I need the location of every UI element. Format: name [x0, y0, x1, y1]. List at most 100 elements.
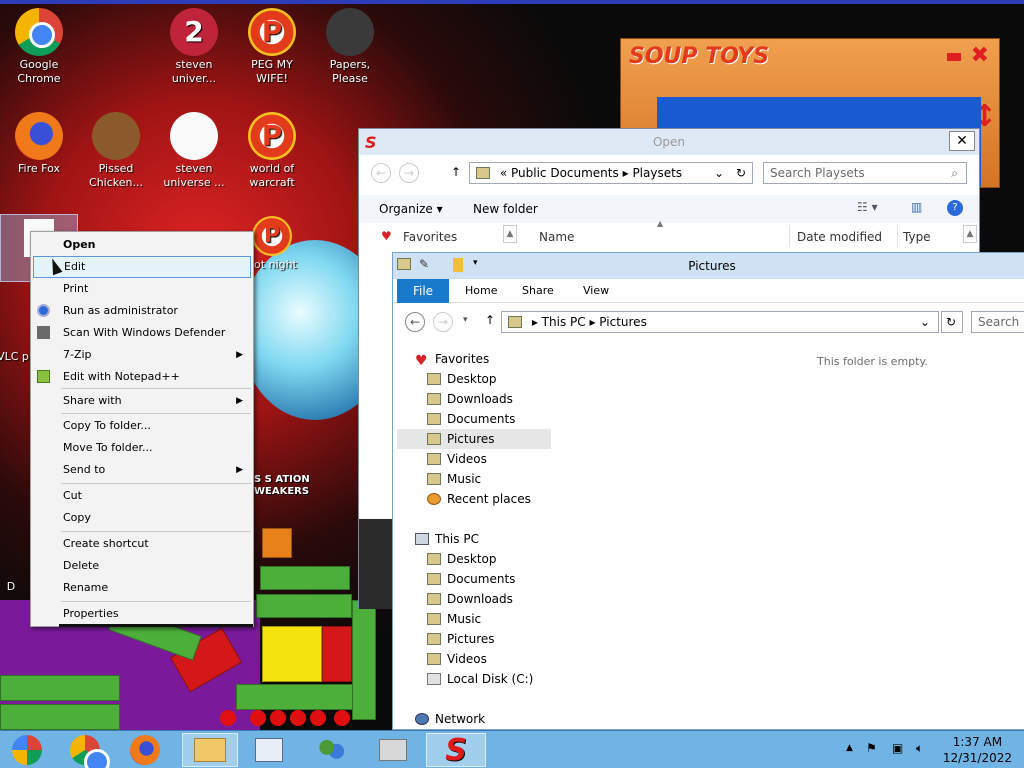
chevron-down-icon[interactable]: ⌄ [920, 312, 930, 332]
desktop-icon-steven-universe[interactable]: 2 steven univer... [156, 8, 232, 86]
menu-send-to[interactable]: Send to ▶ [31, 459, 253, 481]
desktop-icon-steven-universe-doc[interactable]: steven universe ... [156, 112, 232, 190]
taskbar-chrome[interactable] [62, 733, 110, 768]
taskbar-people[interactable] [308, 733, 354, 767]
videos-icon [427, 653, 441, 665]
up-arrow-icon[interactable]: ↑ [485, 313, 495, 327]
favorites-label[interactable]: Favorites [403, 230, 457, 244]
desktop-icon-pissed-chicken[interactable]: Pissed Chicken... [78, 112, 154, 190]
breadcrumb-pictures[interactable]: Pictures [599, 315, 647, 329]
search-pictures-input[interactable]: Search P [971, 311, 1024, 333]
pictures-breadcrumb[interactable]: ▸ This PC ▸ Pictures ⌄ [501, 311, 939, 333]
nav-pc-music[interactable]: Music [427, 609, 481, 629]
taskbar-printer[interactable] [370, 733, 416, 767]
nav-network[interactable]: Network [415, 709, 485, 729]
menu-7zip[interactable]: 7-Zip ▶ [31, 344, 253, 366]
nav-favorites[interactable]: ♥ Favorites [415, 349, 489, 369]
nav-pc-pictures[interactable]: Pictures [427, 629, 495, 649]
menu-copy[interactable]: Copy [31, 507, 253, 529]
menu-scan-defender[interactable]: Scan With Windows Defender [31, 322, 253, 344]
close-button[interactable]: ✕ [949, 131, 975, 151]
open-dialog-titlebar[interactable]: S Open ✕ [359, 129, 979, 155]
heart-icon: ♥ [381, 229, 392, 243]
column-type[interactable]: Type [903, 230, 931, 244]
system-clock[interactable]: 1:37 AM 12/31/2022 [943, 734, 1012, 766]
back-arrow-icon[interactable]: ← [371, 163, 391, 183]
volume-icon[interactable]: 🔈︎ [916, 741, 923, 756]
desktop-icon-chrome[interactable]: Google Chrome [1, 8, 77, 86]
taskbar-firefox[interactable] [122, 733, 168, 767]
nav-fav-recent-places[interactable]: Recent places [427, 489, 531, 509]
taskbar-file-explorer[interactable] [182, 733, 238, 767]
pictures-explorer-window[interactable]: ✎ ▾ Pictures File Home Share View ← → ▾ … [392, 252, 1024, 730]
desktop-icon-papers-please[interactable]: Papers, Please [312, 8, 388, 86]
menu-cut[interactable]: Cut [31, 485, 253, 507]
breadcrumb-public-documents[interactable]: Public Documents [511, 166, 619, 180]
desktop-icon-firefox[interactable]: Fire Fox [1, 112, 77, 176]
forward-arrow-icon[interactable]: → [433, 312, 453, 332]
preview-pane-icon[interactable]: ▥ [911, 200, 922, 214]
menu-rename[interactable]: Rename [31, 577, 253, 599]
desktop-icon-world-of-warcraft[interactable]: P world of warcraft [234, 112, 310, 190]
refresh-icon[interactable]: ↻ [736, 163, 746, 183]
refresh-button[interactable]: ↻ [941, 311, 963, 333]
menu-edit[interactable]: Edit [33, 256, 251, 278]
scroll-up-icon[interactable]: ▲ [963, 225, 977, 243]
nav-this-pc[interactable]: This PC [415, 529, 479, 549]
breadcrumb-playsets[interactable]: Playsets [632, 166, 682, 180]
taskbar-soup-toys[interactable]: S [426, 733, 486, 768]
menu-share-with[interactable]: Share with ▶ [31, 390, 253, 412]
close-icon[interactable]: ✖ [971, 43, 989, 68]
chevron-down-icon[interactable]: ⌄ [714, 163, 724, 183]
menu-create-shortcut[interactable]: Create shortcut [31, 533, 253, 555]
nav-pc-documents[interactable]: Documents [427, 569, 515, 589]
nav-fav-documents[interactable]: Documents [427, 409, 515, 429]
open-dialog-address-bar: ← → ↑ « Public Documents ▸ Playsets ⌄ ↻ … [359, 155, 979, 191]
breadcrumb-this-pc[interactable]: This PC [542, 315, 586, 329]
tab-home[interactable]: Home [465, 284, 497, 297]
menu-move-to-folder[interactable]: Move To folder... [31, 437, 253, 459]
menu-properties[interactable]: Properties [31, 603, 253, 625]
recent-locations-icon[interactable]: ▾ [463, 315, 468, 325]
tab-share[interactable]: Share [522, 284, 554, 297]
help-icon[interactable]: ? [947, 200, 963, 216]
minimize-icon[interactable] [947, 53, 961, 61]
flag-icon[interactable]: ⚑ [866, 741, 877, 755]
menu-print[interactable]: Print [31, 278, 253, 300]
view-options-icon[interactable]: ☷ ▾ [857, 200, 878, 214]
column-date-modified[interactable]: Date modified [797, 230, 882, 244]
forward-arrow-icon[interactable]: → [399, 163, 419, 183]
nav-pc-videos[interactable]: Videos [427, 649, 487, 669]
menu-copy-to-folder[interactable]: Copy To folder... [31, 415, 253, 437]
show-hidden-icons-arrow[interactable]: ▲ [846, 743, 853, 753]
breadcrumb-overflow[interactable]: « [500, 166, 507, 180]
nav-fav-desktop[interactable]: Desktop [427, 369, 497, 389]
nav-fav-videos[interactable]: Videos [427, 449, 487, 469]
network-icon[interactable]: ▣ [892, 741, 903, 755]
column-name[interactable]: Name [539, 230, 574, 244]
nav-pc-local-disk[interactable]: Local Disk (C:) [427, 669, 533, 689]
start-button[interactable] [4, 733, 50, 767]
new-folder-button[interactable]: New folder [473, 202, 538, 216]
pictures-title: Pictures [688, 259, 736, 273]
back-arrow-icon[interactable]: ← [405, 312, 425, 332]
organize-button[interactable]: Organize ▾ [379, 202, 443, 216]
scroll-up-icon[interactable]: ▲ [503, 225, 517, 243]
nav-fav-music[interactable]: Music [427, 469, 481, 489]
menu-open[interactable]: Open [31, 234, 253, 256]
nav-fav-downloads[interactable]: Downloads [427, 389, 513, 409]
nav-pc-desktop[interactable]: Desktop [427, 549, 497, 569]
up-arrow-icon[interactable]: ↑ [451, 165, 461, 179]
search-playsets-input[interactable]: Search Playsets ⌕ [763, 162, 967, 184]
tab-view[interactable]: View [583, 284, 609, 297]
menu-delete[interactable]: Delete [31, 555, 253, 577]
nav-fav-pictures[interactable]: Pictures [397, 429, 551, 449]
open-dialog-breadcrumb[interactable]: « Public Documents ▸ Playsets ⌄ ↻ [469, 162, 753, 184]
tab-file[interactable]: File [397, 279, 449, 303]
nav-pc-downloads[interactable]: Downloads [427, 589, 513, 609]
desktop-icon-peg-my-wife[interactable]: P PEG MY WIFE! [234, 8, 310, 86]
menu-notepadpp[interactable]: Edit with Notepad++ [31, 366, 253, 388]
menu-run-as-admin[interactable]: Run as administrator [31, 300, 253, 322]
taskbar-performance-monitor[interactable] [246, 733, 292, 767]
pictures-titlebar[interactable]: ✎ ▾ Pictures [393, 253, 1024, 279]
